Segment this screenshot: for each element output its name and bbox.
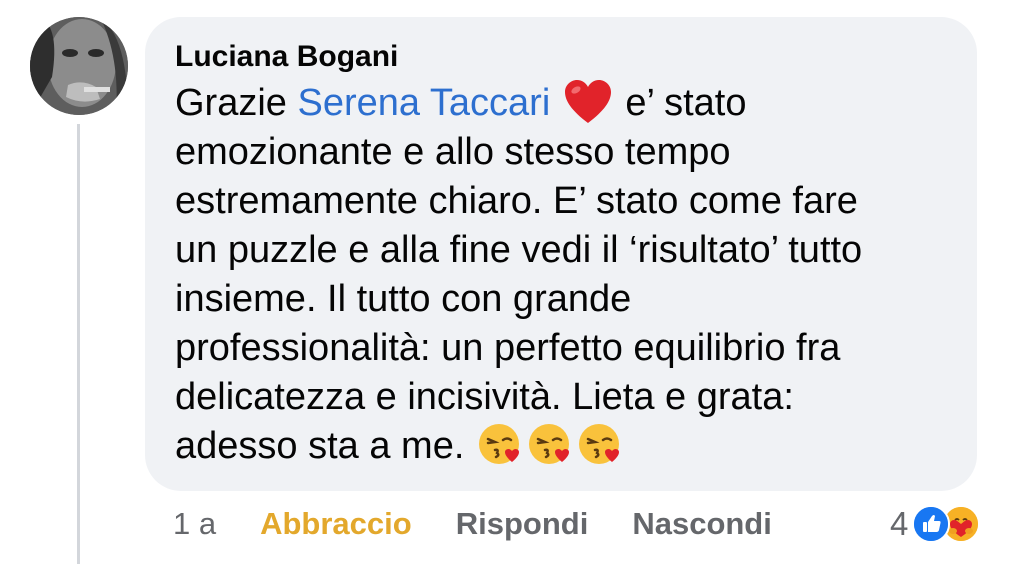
face-blowing-kiss-icon — [578, 422, 622, 466]
comment-text: Grazie Serena Taccari e’ stato emozionan… — [175, 79, 965, 471]
reply-button[interactable]: Rispondi — [456, 504, 589, 544]
comment-actions: 1 a Abbraccio Rispondi Nascondi — [173, 504, 816, 544]
reaction-button[interactable]: Abbraccio — [260, 504, 412, 544]
mention-link[interactable]: Serena Taccari — [297, 82, 550, 124]
reaction-summary[interactable]: 4 — [890, 502, 981, 546]
reaction-count: 4 — [890, 505, 909, 542]
red-heart-icon — [564, 79, 612, 125]
face-blowing-kiss-icon — [478, 422, 522, 466]
avatar[interactable] — [30, 17, 128, 115]
hide-button[interactable]: Nascondi — [632, 504, 772, 544]
thread-line — [77, 124, 80, 564]
face-blowing-kiss-icon — [528, 422, 572, 466]
like-icon — [912, 505, 951, 543]
comment-bubble: Luciana Bogani Grazie Serena Taccari e’ … — [145, 17, 977, 491]
comment-author[interactable]: Luciana Bogani — [175, 39, 977, 75]
comment-text-start: Grazie — [175, 82, 298, 124]
comment-timestamp[interactable]: 1 a — [173, 504, 216, 544]
comment-text-rest: e’ stato emozionante e allo stesso tempo… — [175, 82, 863, 467]
